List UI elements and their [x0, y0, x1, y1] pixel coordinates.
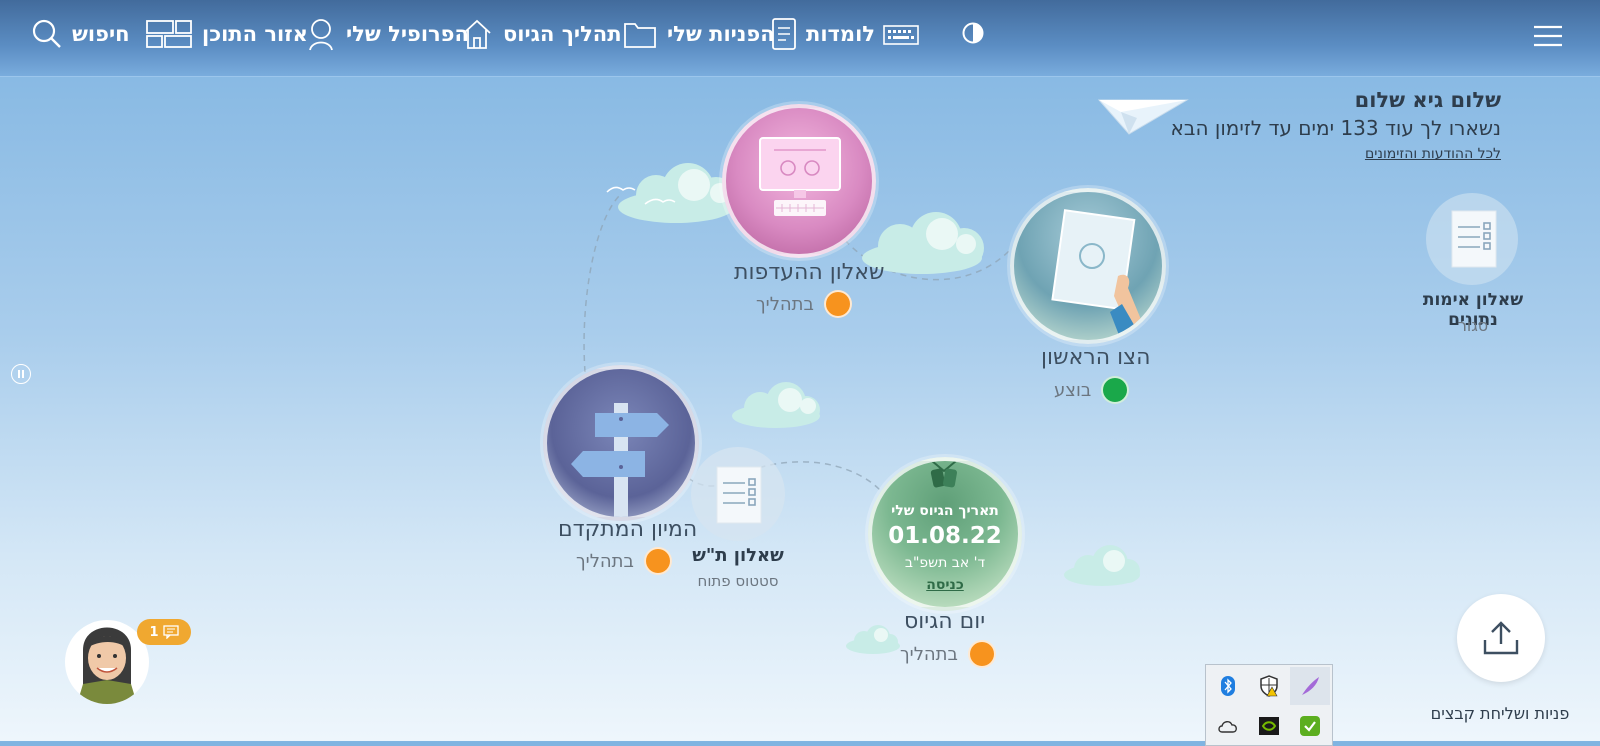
green-check-icon: [1300, 716, 1320, 736]
pause-animation-button[interactable]: [11, 364, 31, 384]
first-tsav-node[interactable]: [1010, 188, 1166, 344]
draft-date-caption: תאריך הגיוס שלי: [891, 503, 999, 519]
document-hand-icon: [1051, 209, 1143, 340]
status-done-dot: [1101, 376, 1130, 404]
feather-pen-icon: [1302, 677, 1319, 695]
preferences-questionnaire-status: בתהליך: [756, 290, 852, 318]
pause-icon: [18, 370, 24, 378]
upload-files-button[interactable]: [1457, 594, 1545, 682]
computer-screen-icon: [759, 137, 841, 216]
bluetooth-tray-button[interactable]: [1208, 667, 1248, 705]
onedrive-tray-button[interactable]: [1208, 707, 1248, 745]
tash-questionnaire-status: סטטוס פתוח: [697, 572, 779, 590]
preferences-questionnaire-node[interactable]: [722, 104, 876, 258]
draft-day-node[interactable]: תאריך הגיוס שלי 01.08.22 ד' אב תשפ"ב כני…: [868, 457, 1022, 611]
security-tray-button[interactable]: [1249, 667, 1289, 705]
focused-sorting-node[interactable]: [543, 365, 699, 521]
signpost-icon: [571, 403, 669, 517]
first-tsav-title: הצו הראשון: [1041, 345, 1151, 370]
status-label: בוצע: [1054, 379, 1092, 401]
cloud-decoration: [846, 625, 900, 654]
upload-files-label: פניות ושליחת קבצים: [1430, 704, 1570, 723]
greeting-title: שלום גיא שלום: [1354, 88, 1501, 112]
status-in-progress-dot: [823, 290, 852, 318]
chat-notification-badge[interactable]: 1: [137, 619, 191, 645]
cloud-decoration: [1064, 545, 1140, 586]
security-check-tray-button[interactable]: [1290, 707, 1330, 745]
focused-sorting-status: בתהליך: [576, 547, 672, 575]
days-remaining-text: נשארו לך עוד 133 ימים עד לזימון הבא: [1170, 116, 1501, 140]
status-label: בתהליך: [576, 550, 634, 572]
status-label: בתהליך: [900, 643, 958, 665]
chat-badge-count: 1: [149, 624, 159, 640]
cloud-decoration: [732, 382, 820, 428]
focused-sorting-title: המיון המתקדם: [558, 517, 698, 542]
shield-warning-icon: [1260, 675, 1278, 697]
status-label: בתהליך: [756, 293, 814, 315]
preferences-questionnaire-title: שאלון ההעדפות: [734, 260, 885, 285]
cloud-storage-icon: [1218, 721, 1237, 733]
system-tray-popup: [1205, 664, 1333, 746]
data-verification-status: סגור: [1457, 316, 1489, 335]
draft-entry-link[interactable]: כניסה: [872, 577, 1018, 593]
all-messages-link[interactable]: לכל ההודעות והזימונים: [1171, 146, 1501, 162]
status-in-progress-dot: [967, 640, 996, 668]
upload-icon: [1483, 621, 1519, 655]
checklist-document-icon: [1451, 210, 1497, 268]
checklist-document-icon: [716, 466, 762, 524]
dog-tag-icon: [930, 461, 957, 488]
bluetooth-icon: [1221, 676, 1235, 696]
tash-questionnaire-node[interactable]: [691, 447, 785, 541]
birds-decoration: [606, 186, 676, 205]
draft-hebrew-date: ד' אב תשפ"ב: [904, 555, 986, 571]
greeting-block: שלום גיא שלום נשארו לך עוד 133 ימים עד ל…: [1171, 88, 1501, 162]
draft-date-value: 01.08.22: [888, 523, 1002, 549]
draft-day-title: יום הגיוס: [904, 609, 986, 634]
draft-day-status: בתהליך: [900, 640, 996, 668]
data-verification-node[interactable]: [1426, 193, 1518, 285]
pen-tray-button[interactable]: [1290, 667, 1330, 705]
chat-bubble-icon: [162, 625, 179, 639]
first-tsav-status: בוצע: [1054, 376, 1130, 404]
nvidia-icon: [1259, 717, 1279, 735]
nvidia-tray-button[interactable]: [1249, 707, 1289, 745]
tash-questionnaire-title: שאלון ת"ש: [692, 545, 784, 566]
